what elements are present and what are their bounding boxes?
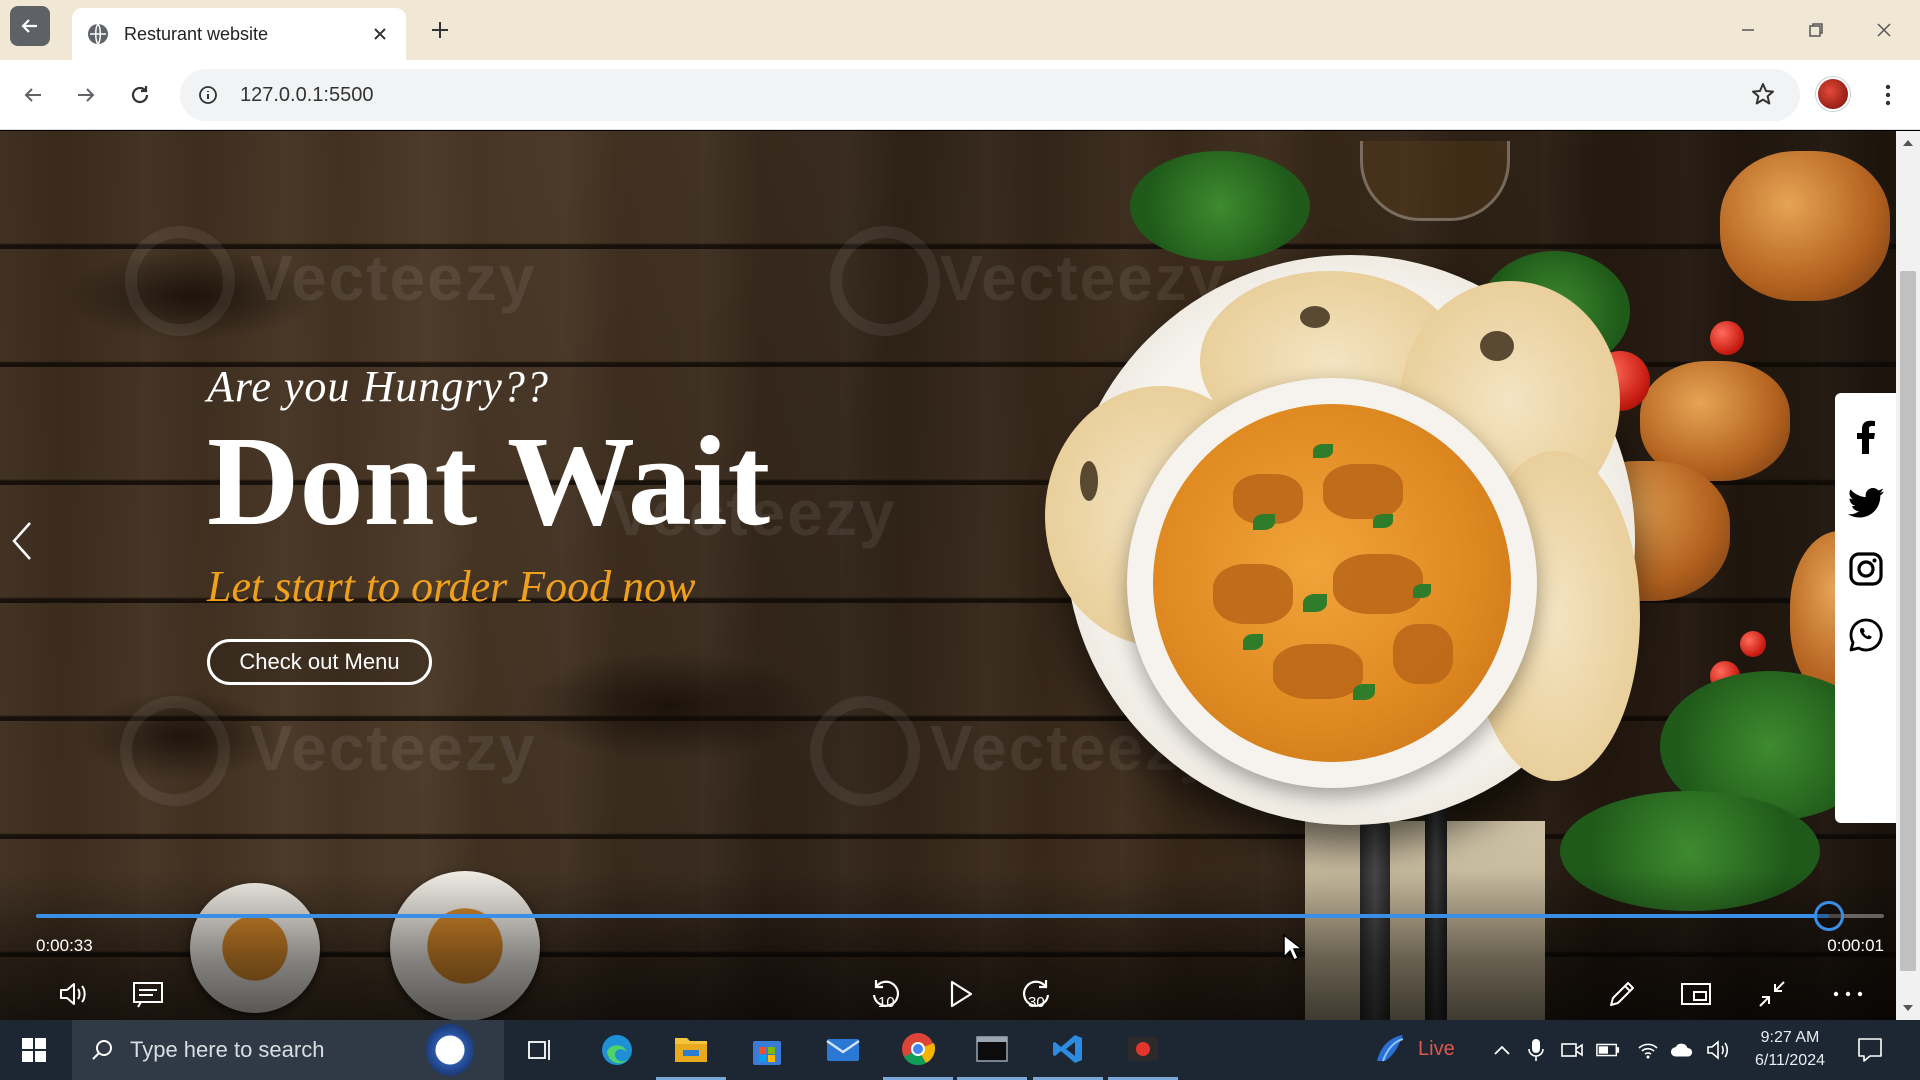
char-spot: [1080, 461, 1098, 501]
site-info-icon[interactable]: [194, 81, 222, 109]
browser-tab[interactable]: Resturant website: [72, 8, 406, 60]
remaining-time: 0:00:01: [1827, 936, 1884, 955]
media-player-controls: 0:00:33 0:00:01 10 30: [0, 870, 1896, 1020]
instagram-icon[interactable]: [1848, 551, 1884, 587]
globe-icon: [88, 23, 108, 45]
watermark: Vecteezy: [250, 242, 537, 314]
skip-forward-icon[interactable]: 30: [1017, 974, 1057, 1014]
clock-date: 6/11/2024: [1755, 1052, 1825, 1069]
new-tab-button[interactable]: [424, 14, 456, 46]
skip-back-seconds: 10: [878, 994, 895, 1011]
microphone-icon[interactable]: [1524, 1038, 1548, 1062]
close-tab-icon[interactable]: [368, 22, 392, 46]
windows-taskbar: Type here to search Live 9:27 AM 6/11/20…: [0, 1020, 1920, 1080]
file-explorer-icon[interactable]: [656, 1020, 726, 1080]
play-icon[interactable]: [941, 974, 981, 1014]
tab-title: Resturant website: [124, 23, 269, 44]
seek-bar[interactable]: [36, 901, 1884, 931]
facebook-icon[interactable]: [1848, 419, 1884, 455]
hero-kicker: Are you Hungry??: [207, 362, 549, 411]
speaker-icon[interactable]: [1706, 1038, 1730, 1062]
clock-time: 9:27 AM: [1760, 1029, 1820, 1046]
hero-subtitle: Let start to order Food now: [207, 562, 696, 611]
tab-search-back-icon[interactable]: [10, 6, 50, 46]
restore-button[interactable]: [1792, 10, 1840, 50]
watermark-logo: [120, 696, 230, 806]
wifi-icon[interactable]: [1636, 1038, 1660, 1062]
volume-icon[interactable]: [54, 974, 94, 1014]
watermark-logo: [830, 226, 940, 336]
terminal-icon[interactable]: [957, 1020, 1027, 1080]
reload-icon[interactable]: [122, 77, 158, 113]
pen-icon[interactable]: [1602, 974, 1642, 1014]
scroll-up-arrow-icon[interactable]: [1902, 137, 1914, 149]
herb-garnish: [1130, 151, 1310, 261]
curry: [1153, 404, 1511, 762]
forward-arrow-icon[interactable]: [68, 77, 104, 113]
more-options-icon[interactable]: [1828, 974, 1868, 1014]
skip-back-icon[interactable]: 10: [865, 974, 905, 1014]
scrollbar-thumb[interactable]: [1900, 271, 1916, 971]
bread-roll: [1720, 151, 1890, 301]
browser-titlebar: Resturant website: [0, 0, 1920, 60]
char-spot: [1480, 331, 1514, 361]
notification-center-icon[interactable]: [1856, 1036, 1884, 1064]
page-scrollbar[interactable]: [1896, 131, 1920, 1020]
chrome-icon[interactable]: [883, 1020, 953, 1080]
scroll-down-arrow-icon[interactable]: [1902, 1002, 1914, 1014]
browser-menu-icon[interactable]: [1870, 77, 1906, 113]
check-out-menu-button[interactable]: Check out Menu: [207, 639, 432, 685]
twitter-icon[interactable]: [1848, 485, 1884, 521]
wine-glass: [1360, 141, 1510, 221]
address-bar[interactable]: 127.0.0.1:5500: [180, 69, 1800, 121]
live-weather-icon[interactable]: [1372, 1032, 1408, 1066]
mouse-cursor-icon: [1283, 933, 1304, 962]
bookmark-star-icon[interactable]: [1750, 81, 1776, 112]
screen-recorder-icon[interactable]: [1108, 1020, 1178, 1080]
elapsed-time: 0:00:33: [36, 936, 93, 955]
onedrive-cloud-icon[interactable]: [1670, 1038, 1694, 1062]
search-placeholder: Type here to search: [130, 1037, 325, 1062]
subtitles-icon[interactable]: [128, 974, 168, 1014]
taskbar-clock[interactable]: 9:27 AM 6/11/2024: [1740, 1026, 1840, 1072]
watermark-logo: [125, 226, 235, 336]
mini-player-icon[interactable]: [1676, 974, 1716, 1014]
whatsapp-icon[interactable]: [1848, 617, 1884, 653]
profile-avatar[interactable]: [1816, 77, 1850, 111]
seek-progress: [36, 914, 1829, 918]
chevron-left-icon[interactable]: [10, 519, 34, 563]
camera-status-icon[interactable]: [1560, 1038, 1584, 1062]
taskbar-search-box[interactable]: Type here to search: [72, 1020, 504, 1080]
search-highlight-icon: [426, 1024, 474, 1076]
microsoft-store-icon[interactable]: [732, 1020, 802, 1080]
windows-start-icon[interactable]: [14, 1034, 54, 1066]
search-icon: [92, 1040, 112, 1060]
tomato: [1710, 321, 1744, 355]
task-view-icon[interactable]: [505, 1020, 575, 1080]
chevron-up-icon[interactable]: [1490, 1038, 1514, 1062]
url-text: 127.0.0.1:5500: [240, 83, 374, 106]
skip-forward-seconds: 30: [1028, 994, 1045, 1011]
edge-icon[interactable]: [582, 1020, 652, 1080]
exit-fullscreen-icon[interactable]: [1752, 974, 1792, 1014]
close-window-button[interactable]: [1860, 10, 1908, 50]
wood-knot: [520, 651, 820, 761]
tomato: [1740, 631, 1766, 657]
live-label[interactable]: Live: [1418, 1038, 1455, 1061]
seek-thumb[interactable]: [1813, 901, 1844, 931]
hero-title: Dont Wait: [207, 410, 771, 552]
vscode-icon[interactable]: [1033, 1020, 1103, 1080]
minimize-button[interactable]: [1724, 10, 1772, 50]
watermark: Vecteezy: [250, 712, 537, 784]
watermark-logo: [810, 696, 920, 806]
back-arrow-icon[interactable]: [15, 77, 51, 113]
browser-toolbar: 127.0.0.1:5500: [0, 60, 1920, 130]
char-spot: [1300, 306, 1330, 328]
social-sidebar: [1835, 393, 1896, 823]
battery-icon[interactable]: [1596, 1038, 1620, 1062]
mail-icon[interactable]: [808, 1020, 878, 1080]
